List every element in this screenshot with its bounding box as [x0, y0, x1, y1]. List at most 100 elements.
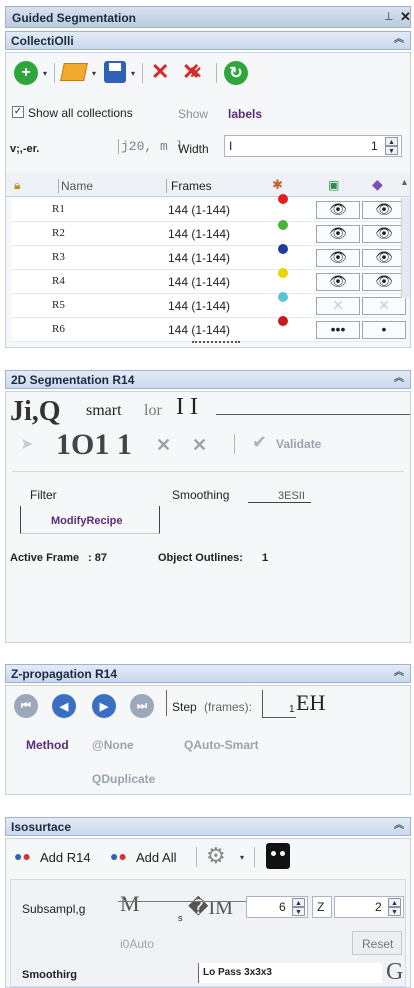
visibility-eye-icon[interactable]: 👁︎	[316, 249, 360, 267]
mask-icon[interactable]	[266, 843, 290, 869]
gear-icon[interactable]: ⚙	[206, 843, 226, 869]
add-icon[interactable]: +	[14, 61, 38, 85]
z-down-icon[interactable]: ▼	[388, 907, 401, 916]
row-color-dot[interactable]	[278, 292, 288, 302]
width-down-icon[interactable]: ▼	[385, 146, 398, 155]
column-name[interactable]: Name	[58, 179, 93, 193]
previous-frame-icon[interactable]: ◀	[52, 694, 76, 718]
collections-header[interactable]: CollectiOlli ︽	[5, 31, 411, 50]
mesh-empty-icon[interactable]: ✕	[362, 297, 406, 315]
seg2d-header[interactable]: 2D Segmentation R14 ︽	[5, 370, 411, 389]
subsampling-label: Subsampl,g	[22, 902, 86, 916]
table-row[interactable]: R3 144 (1-144) 👁︎ 👁︎	[12, 244, 406, 270]
column-frames[interactable]: Frames	[166, 179, 212, 193]
auto-checkbox[interactable]: i0Auto	[120, 937, 154, 951]
filter-label[interactable]: Filter	[30, 488, 57, 502]
table-row[interactable]: R6 144 (1-144) ••• •	[12, 316, 406, 342]
tool-glyph-a[interactable]: Ji,Q	[10, 396, 61, 428]
save-icon[interactable]	[104, 61, 126, 83]
visibility-eye-icon[interactable]: 👁︎	[316, 225, 360, 243]
collapse-icon[interactable]: ︽	[394, 33, 404, 47]
add-all-button[interactable]: Add All	[136, 850, 176, 865]
delete-icon[interactable]: ✕	[151, 61, 169, 83]
method-duplicate-option[interactable]: QDuplicate	[92, 772, 155, 786]
collapse-icon[interactable]: ︽	[394, 819, 404, 833]
more-button[interactable]: •••	[316, 321, 360, 339]
or-label[interactable]: lor	[144, 402, 162, 420]
table-row[interactable]: R5 144 (1-144) ✕ ✕	[12, 292, 406, 318]
field-value[interactable]: j20, m l	[118, 139, 183, 154]
row-frames: 144 (1-144)	[168, 275, 231, 289]
row-name: R3	[52, 251, 65, 263]
next-frame-icon[interactable]: ▶	[92, 694, 116, 718]
mesh-eye-icon[interactable]: 👁︎	[362, 273, 406, 291]
add-dropdown-icon[interactable]: ▾	[43, 69, 47, 78]
add-r14-button[interactable]: Add R14	[40, 850, 91, 865]
z-label-box: Z	[312, 896, 332, 918]
grid-splitter[interactable]	[192, 341, 240, 344]
scroll-up-icon[interactable]: ▲	[400, 177, 409, 187]
row-color-dot[interactable]	[278, 244, 288, 254]
refresh-icon[interactable]: ↻	[224, 61, 248, 85]
validate-check-icon[interactable]: ✔	[252, 432, 267, 453]
glyph-im: �IM	[188, 897, 233, 919]
row-color-dot[interactable]	[278, 316, 288, 326]
last-frame-icon[interactable]: ⏭	[130, 694, 154, 718]
reset-button[interactable]: Reset	[352, 931, 402, 955]
sub-down-icon[interactable]: ▼	[292, 907, 305, 916]
frames-label: (frames):	[204, 700, 252, 714]
modify-recipe-button[interactable]: ModifyRecipe	[20, 506, 160, 534]
gear-dropdown-icon[interactable]: ▾	[240, 853, 244, 862]
collapse-icon[interactable]: ︽	[394, 666, 404, 680]
row-color-dot[interactable]	[278, 268, 288, 278]
toolbar-separator	[254, 847, 255, 867]
divider-line	[216, 414, 410, 415]
mesh-eye-icon[interactable]: 👁︎	[362, 225, 406, 243]
object-outlines-value: 1	[262, 552, 269, 564]
field-label: v;,-er.	[10, 143, 40, 155]
smoothing-select[interactable]: Lo Pass 3x3x3	[198, 963, 382, 983]
mesh-eye-icon[interactable]: 👁︎	[362, 201, 406, 219]
validate-button[interactable]: Validate	[276, 437, 321, 451]
row-frames: 144 (1-144)	[168, 323, 231, 337]
collapse-icon[interactable]: ︽	[394, 372, 404, 386]
folder-dropdown-icon[interactable]: ▾	[92, 69, 96, 78]
grid-scrollbar[interactable]	[401, 198, 410, 298]
show-all-checkbox[interactable]: ✓	[12, 106, 24, 118]
labels-label[interactable]: labels	[228, 107, 262, 121]
isosurface-header[interactable]: Isosurtace ︽	[5, 817, 411, 836]
row-color-dot[interactable]	[278, 194, 288, 204]
table-row[interactable]: R4 144 (1-144) 👁︎ 👁︎	[12, 268, 406, 294]
delete-all-icon[interactable]: ✕	[192, 434, 207, 456]
smoothing-input[interactable]: 3ESII	[248, 490, 311, 503]
step-input[interactable]: 1	[262, 690, 296, 718]
z-input[interactable]: 2 ▲ ▼	[334, 896, 404, 918]
visibility-empty-icon[interactable]: ✕	[316, 297, 360, 315]
sub-up-icon[interactable]: ▲	[292, 898, 305, 907]
visibility-eye-icon[interactable]: 👁︎	[316, 201, 360, 219]
lock-icon: 🔒︎	[14, 178, 21, 192]
smoothing-label[interactable]: Smoothing	[172, 488, 229, 502]
z-up-icon[interactable]: ▲	[388, 898, 401, 907]
method-none-option[interactable]: @None	[92, 738, 134, 752]
first-frame-icon[interactable]: ⏮	[14, 694, 38, 718]
visibility-eye-icon[interactable]: 👁︎	[316, 273, 360, 291]
zprop-header[interactable]: Z-propagation R14 ︽	[5, 664, 411, 683]
bullet-button[interactable]: •	[362, 321, 406, 339]
folder-icon[interactable]	[60, 63, 88, 81]
table-row[interactable]: R1 144 (1-144) 👁︎ 👁︎	[12, 194, 406, 222]
close-icon[interactable]: ✕	[400, 9, 411, 25]
cursor-icon[interactable]: ➤	[20, 434, 33, 454]
row-color-dot[interactable]	[278, 220, 288, 230]
save-dropdown-icon[interactable]: ▾	[131, 69, 135, 78]
width-up-icon[interactable]: ▲	[385, 137, 398, 146]
smart-label[interactable]: smart	[86, 402, 122, 420]
pin-icon[interactable]: ⊥	[384, 10, 394, 23]
delete-icon[interactable]: ✕	[156, 434, 171, 456]
mesh-eye-icon[interactable]: 👁︎	[362, 249, 406, 267]
table-row[interactable]: R2 144 (1-144) 👁︎ 👁︎	[12, 220, 406, 246]
method-auto-smart-option[interactable]: QAuto-Smart	[184, 738, 259, 752]
reset-label: Reset	[362, 937, 394, 951]
width-input[interactable]: I 1 ▲ ▼	[224, 135, 402, 157]
subsampling-input[interactable]: 6 ▲ ▼	[246, 896, 308, 918]
